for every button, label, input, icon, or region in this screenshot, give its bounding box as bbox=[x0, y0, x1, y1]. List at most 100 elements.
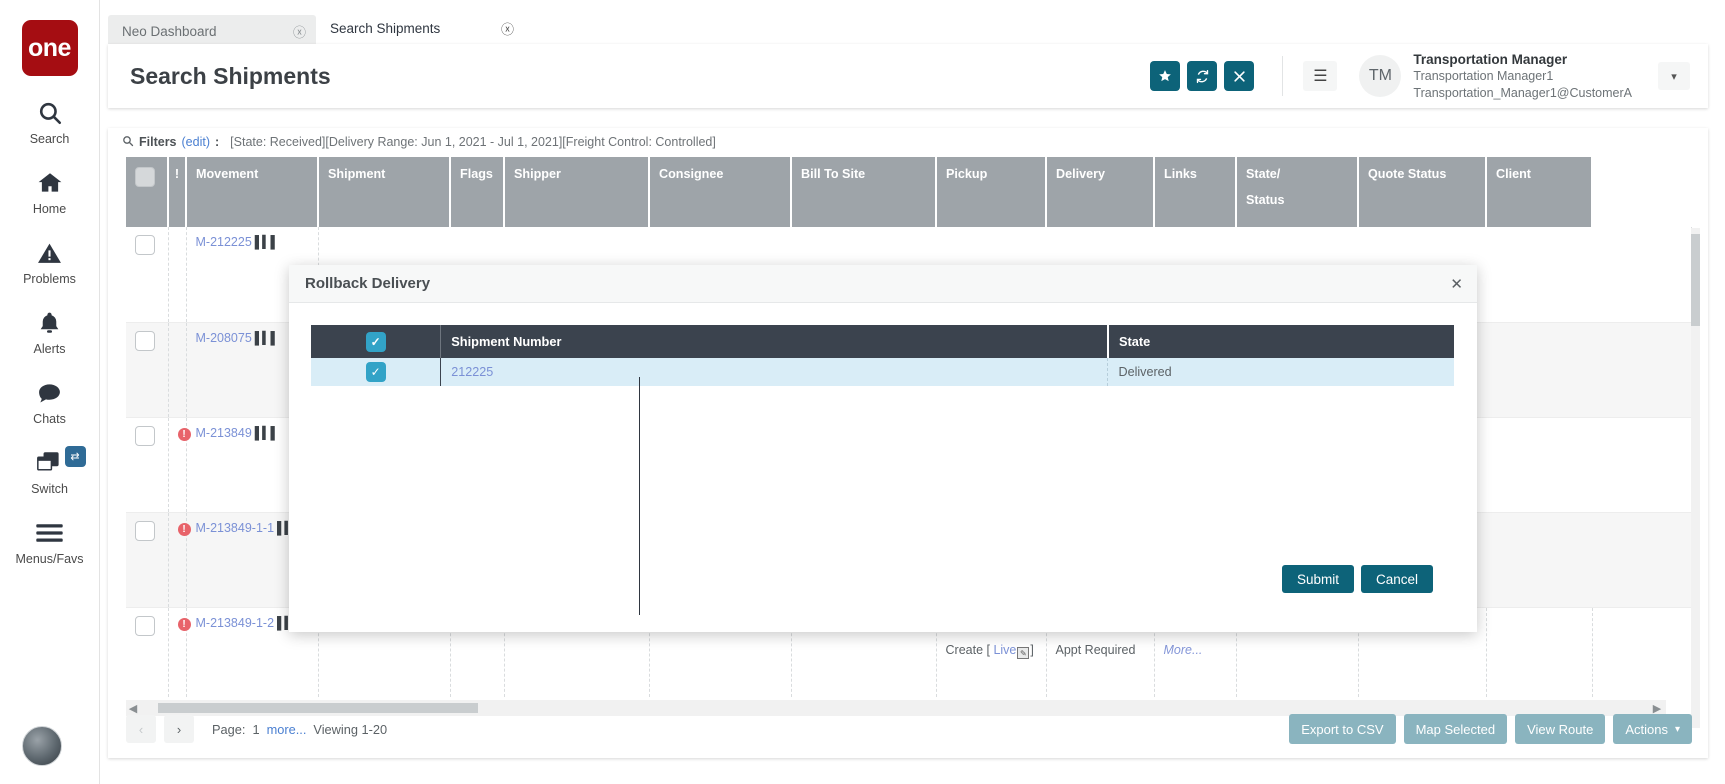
rail-item-search[interactable]: Search bbox=[0, 98, 100, 146]
submit-button[interactable]: Submit bbox=[1282, 565, 1354, 593]
export-to-csv-button[interactable]: Export to CSV bbox=[1289, 714, 1395, 744]
row-checkbox[interactable]: ✓ bbox=[366, 362, 386, 382]
row-checkbox[interactable] bbox=[135, 426, 155, 446]
modal-table-row[interactable]: ✓ 212225 Delivered bbox=[311, 358, 1454, 386]
col-state-line2: Status bbox=[1246, 193, 1348, 207]
select-all-header[interactable] bbox=[126, 157, 168, 227]
filters-edit-link[interactable]: (edit) bbox=[182, 135, 210, 149]
col-consignee[interactable]: Consignee bbox=[649, 157, 791, 227]
user-info: Transportation Manager Transportation Ma… bbox=[1413, 51, 1632, 102]
more-pages-link[interactable]: more... bbox=[267, 722, 307, 737]
more-link[interactable]: More... bbox=[1164, 643, 1227, 657]
view-route-button[interactable]: View Route bbox=[1515, 714, 1605, 744]
col-movement[interactable]: Movement bbox=[186, 157, 318, 227]
col-flags[interactable]: Flags bbox=[450, 157, 504, 227]
filters-label: Filters bbox=[139, 135, 177, 149]
rail-label-alerts: Alerts bbox=[34, 342, 66, 356]
rail-item-home[interactable]: Home bbox=[0, 168, 100, 216]
modal-column-divider bbox=[639, 377, 640, 615]
close-button[interactable] bbox=[1224, 61, 1254, 91]
modal-select-all-header[interactable]: ✓ bbox=[311, 325, 441, 358]
row-select-cell[interactable] bbox=[126, 512, 168, 607]
actions-dropdown-button[interactable]: Actions ▾ bbox=[1613, 714, 1692, 744]
tab-neo-dashboard[interactable]: Neo Dashboard ⓧ bbox=[108, 15, 316, 47]
rail-item-problems[interactable]: Problems bbox=[0, 238, 100, 286]
cancel-button[interactable]: Cancel bbox=[1361, 565, 1433, 593]
rail-item-menus-favs[interactable]: Menus/Favs bbox=[0, 518, 100, 566]
col-links[interactable]: Links bbox=[1154, 157, 1236, 227]
modal-col-shipment-number: Shipment Number bbox=[441, 325, 1108, 358]
col-shipment[interactable]: Shipment bbox=[318, 157, 450, 227]
next-page-button[interactable]: › bbox=[164, 715, 194, 743]
col-quote-status[interactable]: Quote Status bbox=[1358, 157, 1486, 227]
tab-label: Neo Dashboard bbox=[122, 24, 293, 39]
row-select-cell[interactable] bbox=[126, 417, 168, 512]
barcode-icon[interactable]: ▌▍▌ bbox=[255, 235, 278, 249]
movement-link[interactable]: M-213849 bbox=[196, 426, 252, 440]
windows-stack-icon bbox=[36, 448, 64, 478]
refresh-button[interactable] bbox=[1187, 61, 1217, 91]
prev-page-button[interactable]: ‹ bbox=[126, 715, 156, 743]
pickup-create: Create [ Live✎] bbox=[946, 643, 1037, 659]
select-all-checkbox[interactable] bbox=[135, 167, 155, 187]
select-all-checkbox[interactable]: ✓ bbox=[366, 332, 386, 352]
col-client[interactable]: Client bbox=[1486, 157, 1592, 227]
col-shipper[interactable]: Shipper bbox=[504, 157, 649, 227]
row-select-cell[interactable] bbox=[126, 322, 168, 417]
grid-footer: ‹ › Page: 1 more... Viewing 1-20 Export … bbox=[108, 700, 1708, 758]
live-link[interactable]: Live bbox=[993, 643, 1016, 657]
row-checkbox[interactable] bbox=[135, 521, 155, 541]
chat-bubble-icon bbox=[36, 378, 63, 408]
chevron-down-icon[interactable]: ▾ bbox=[1658, 62, 1690, 90]
barcode-icon[interactable]: ▌▍▌ bbox=[255, 426, 278, 440]
barcode-icon[interactable]: ▌▍▌ bbox=[255, 331, 278, 345]
row-checkbox[interactable] bbox=[135, 331, 155, 351]
modal-row-select-cell[interactable]: ✓ bbox=[311, 358, 441, 386]
warning-icon[interactable]: ! bbox=[178, 618, 191, 631]
modal-header: Rollback Delivery ✕ bbox=[289, 265, 1477, 303]
tab-search-shipments[interactable]: Search Shipments ⓧ bbox=[316, 12, 524, 47]
col-exclamation[interactable]: ! bbox=[168, 157, 186, 227]
modal-shipment-number-cell[interactable]: 212225 bbox=[441, 358, 1108, 386]
avatar: TM bbox=[1359, 55, 1401, 97]
hamburger-icon bbox=[36, 518, 63, 548]
row-checkbox[interactable] bbox=[135, 616, 155, 636]
col-state-line1: State/ bbox=[1246, 167, 1348, 181]
page-label: Page: bbox=[212, 722, 245, 737]
favorite-button[interactable] bbox=[1150, 61, 1180, 91]
page-title: Search Shipments bbox=[130, 63, 1143, 90]
warning-icon[interactable]: ! bbox=[178, 523, 191, 536]
modal-footer: Submit Cancel bbox=[1282, 565, 1433, 593]
header-menu-icon[interactable]: ☰ bbox=[1303, 61, 1337, 91]
edit-pencil-icon[interactable]: ✎ bbox=[1017, 647, 1029, 659]
col-bill-to-site[interactable]: Bill To Site bbox=[791, 157, 936, 227]
row-checkbox[interactable] bbox=[135, 235, 155, 255]
row-select-cell[interactable] bbox=[126, 227, 168, 322]
rail-item-chats[interactable]: Chats bbox=[0, 378, 100, 426]
movement-link[interactable]: M-213849-1-2 bbox=[196, 616, 275, 630]
movement-link[interactable]: M-212225 bbox=[196, 235, 252, 249]
warning-icon[interactable]: ! bbox=[178, 428, 191, 441]
switch-badge-icon[interactable]: ⇄ bbox=[65, 446, 86, 467]
rail-item-switch[interactable]: ⇄ Switch bbox=[0, 448, 100, 496]
rail-label-menus-favs: Menus/Favs bbox=[15, 552, 83, 566]
col-pickup[interactable]: Pickup bbox=[936, 157, 1046, 227]
col-delivery[interactable]: Delivery bbox=[1046, 157, 1154, 227]
app-logo[interactable]: one bbox=[22, 20, 78, 76]
movement-link[interactable]: M-208075 bbox=[196, 331, 252, 345]
user-avatar-thumbnail[interactable] bbox=[22, 726, 62, 766]
tab-close-icon[interactable]: ⓧ bbox=[293, 22, 306, 41]
movement-link[interactable]: M-213849-1-1 bbox=[196, 521, 275, 535]
search-icon bbox=[122, 135, 134, 150]
rail-item-alerts[interactable]: Alerts bbox=[0, 308, 100, 356]
map-selected-button[interactable]: Map Selected bbox=[1404, 714, 1508, 744]
tab-close-icon[interactable]: ⓧ bbox=[501, 19, 514, 38]
shipment-number-link[interactable]: 212225 bbox=[451, 365, 493, 379]
rail-label-chats: Chats bbox=[33, 412, 66, 426]
row-warn-cell: ! bbox=[168, 607, 186, 697]
col-state-status[interactable]: State/ Status bbox=[1236, 157, 1358, 227]
vertical-scrollbar-thumb[interactable] bbox=[1691, 234, 1700, 326]
filters-bar: Filters (edit) : [State: Received][Deliv… bbox=[108, 128, 1708, 156]
modal-close-icon[interactable]: ✕ bbox=[1450, 275, 1463, 293]
row-select-cell[interactable] bbox=[126, 607, 168, 697]
